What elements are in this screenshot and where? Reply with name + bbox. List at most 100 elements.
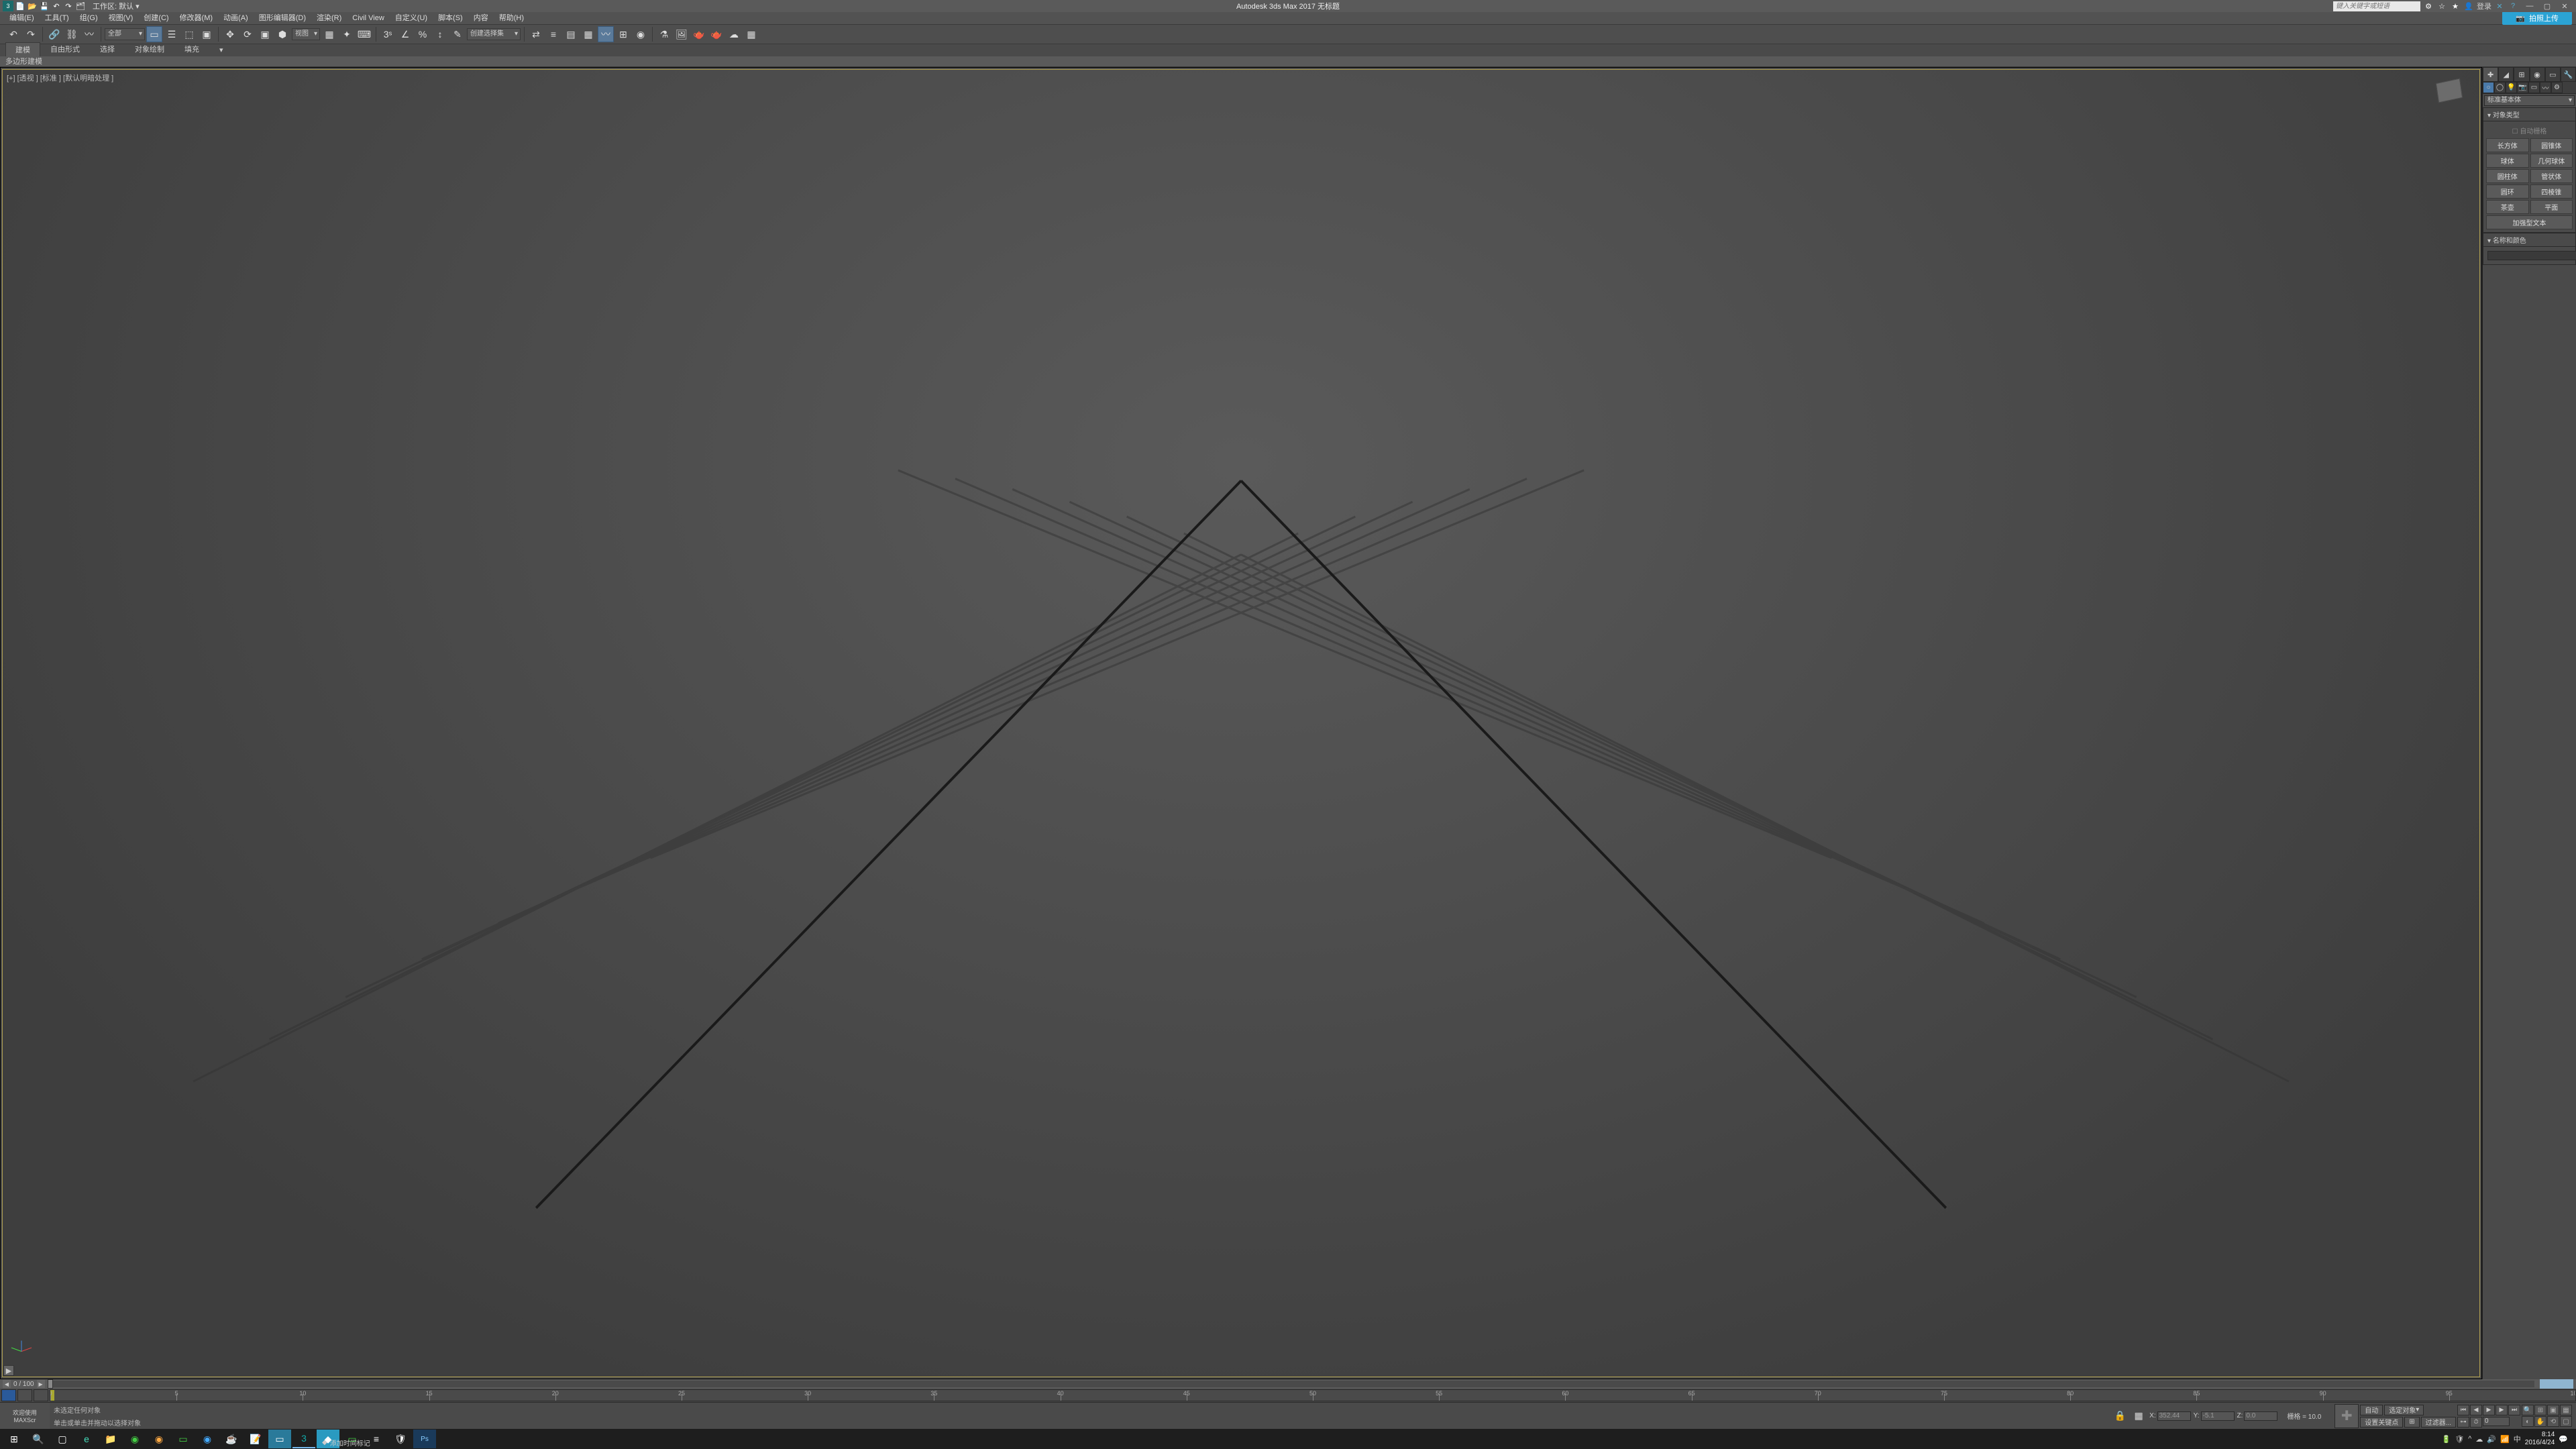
search-input[interactable] [2333, 1, 2420, 11]
zoom-extents-button[interactable]: ▣ [2547, 1405, 2559, 1415]
undo-button[interactable]: ↶ [5, 26, 21, 42]
pivot-center-button[interactable]: ▦ [321, 26, 337, 42]
render-production-button[interactable]: 🫖 [691, 26, 707, 42]
explorer-icon[interactable]: 📁 [99, 1430, 122, 1448]
tray-volume-icon[interactable]: 🔊 [2487, 1435, 2496, 1444]
selected-object-dropdown[interactable]: 选定对象 ▾ [2384, 1405, 2424, 1415]
spinner-snap-button[interactable]: ↕ [432, 26, 448, 42]
render-gallery-button[interactable]: ▦ [743, 26, 759, 42]
system-clock[interactable]: 8:14 2016/4/24 [2525, 1431, 2555, 1447]
time-slider-track[interactable] [48, 1381, 2534, 1387]
iqiyi-icon[interactable]: ▭ [172, 1430, 195, 1448]
upload-button[interactable]: 📷 拍照上传 [2502, 11, 2572, 25]
select-object-button[interactable]: ▭ [146, 26, 162, 42]
close-button[interactable]: ✕ [2556, 0, 2573, 12]
curve-editor-button[interactable]: 〰 [598, 26, 614, 42]
time-config-button[interactable]: ⏱ [2470, 1417, 2482, 1428]
login-link[interactable]: 登录 [2477, 1, 2491, 11]
unlink-button[interactable]: ⛓ [64, 26, 80, 42]
set-key-button[interactable]: 设置关键点 [2360, 1417, 2403, 1428]
exchange-icon[interactable]: ✕ [2494, 1, 2505, 11]
timeline-next-button[interactable]: ▶ [37, 1380, 45, 1388]
plane-button[interactable]: 平面 [2530, 200, 2573, 214]
app-orange-icon[interactable]: ◉ [148, 1430, 170, 1448]
tube-button[interactable]: 管状体 [2530, 169, 2573, 183]
next-frame-button[interactable]: ▶ [2496, 1405, 2508, 1415]
track-toggle-keys[interactable] [34, 1389, 48, 1401]
menu-scripting[interactable]: 脚本(S) [433, 12, 468, 24]
cylinder-button[interactable]: 圆柱体 [2486, 169, 2529, 183]
reference-coord-dropdown[interactable]: 视图 [292, 28, 320, 40]
helpers-icon[interactable]: ▭ [2528, 82, 2540, 93]
tray-onedrive-icon[interactable]: ☁ [2475, 1435, 2483, 1444]
modify-tab[interactable]: ◢ [2498, 67, 2514, 82]
object-name-input[interactable] [2487, 251, 2576, 260]
textplus-button[interactable]: 加强型文本 [2486, 215, 2573, 229]
ribbon-tab-populate[interactable]: 填充 [174, 42, 209, 56]
start-button[interactable]: ⊞ [3, 1430, 25, 1448]
sphere-button[interactable]: 球体 [2486, 154, 2529, 168]
utilities-tab[interactable]: 🔧 [2561, 67, 2576, 82]
key-filters-button[interactable]: 过滤器... [2421, 1417, 2456, 1428]
spacewarps-icon[interactable]: 〰 [2540, 82, 2551, 93]
display-tab[interactable]: ▭ [2545, 67, 2561, 82]
workspace-label[interactable]: 工作区: 默认 ▾ [93, 1, 140, 11]
menu-tools[interactable]: 工具(T) [40, 12, 74, 24]
select-by-name-button[interactable]: ☰ [164, 26, 180, 42]
current-frame-input[interactable] [2483, 1417, 2510, 1426]
schematic-view-button[interactable]: ⊞ [615, 26, 631, 42]
play-button[interactable]: ▶ [2483, 1405, 2495, 1415]
angle-snap-button[interactable]: ∠ [397, 26, 413, 42]
ribbon-tab-overflow[interactable]: ▾ [209, 44, 233, 56]
window-crossing-button[interactable]: ▣ [199, 26, 215, 42]
layers-button[interactable]: ▤ [563, 26, 579, 42]
snap-toggle-button[interactable]: 3ˢ [380, 26, 396, 42]
action-center-icon[interactable]: 💬 [2559, 1435, 2568, 1444]
goto-end-button[interactable]: ⏭ [2508, 1405, 2520, 1415]
save-file-icon[interactable]: 💾 [39, 1, 50, 11]
ribbon-tab-freeform[interactable]: 自由形式 [40, 42, 90, 56]
star2-icon[interactable]: ★ [2450, 1, 2461, 11]
zoom-button[interactable]: 🔍 [2522, 1405, 2534, 1415]
auto-grid-checkbox[interactable]: ☐ 自动栅格 [2486, 124, 2573, 137]
viewport-scene-thumb[interactable] [2540, 1379, 2573, 1389]
menu-modifiers[interactable]: 修改器(M) [174, 12, 219, 24]
perspective-viewport[interactable]: [+] [透视 ] [标准 ] [默认明暗处理 ] [2, 69, 2480, 1377]
shapes-icon[interactable]: ◯ [2494, 82, 2506, 93]
minimize-button[interactable]: — [2521, 0, 2538, 12]
ribbon-tab-selection[interactable]: 选择 [90, 42, 125, 56]
geometry-icon[interactable]: ○ [2483, 82, 2494, 93]
edge-icon[interactable]: e [75, 1430, 98, 1448]
new-file-icon[interactable]: 📄 [15, 1, 25, 11]
render-in-cloud-button[interactable]: ☁ [726, 26, 742, 42]
lights-icon[interactable]: 💡 [2506, 82, 2517, 93]
mirror-button[interactable]: ⇄ [528, 26, 544, 42]
menu-civil-view[interactable]: Civil View [347, 12, 389, 24]
infocenter-icon[interactable]: ⚙ [2423, 1, 2434, 11]
bind-spacewarp-button[interactable]: 〰 [81, 26, 97, 42]
help-icon[interactable]: ? [2508, 1, 2518, 11]
tray-up-icon[interactable]: ^ [2468, 1435, 2471, 1443]
scale-button[interactable]: ▣ [257, 26, 273, 42]
hierarchy-tab[interactable]: ⊞ [2514, 67, 2529, 82]
object-type-rollout-header[interactable]: ▾ 对象类型 [2483, 107, 2576, 121]
render-frame-button[interactable]: 🖼 [674, 26, 690, 42]
placement-button[interactable]: ⬢ [274, 26, 290, 42]
zoom-all-button[interactable]: ⊞ [2534, 1405, 2546, 1415]
rotate-button[interactable]: ⟳ [239, 26, 256, 42]
maximize-button[interactable]: ▢ [2538, 0, 2556, 12]
maximize-viewport-button[interactable]: ▢ [2560, 1416, 2572, 1427]
zoom-extents-all-button[interactable]: ▦ [2560, 1405, 2572, 1415]
coffee-icon[interactable]: ☕ [220, 1430, 243, 1448]
teapot-button[interactable]: 茶壶 [2486, 200, 2529, 214]
project-icon[interactable]: 🗂 [75, 1, 86, 11]
app-teal-icon[interactable]: ▭ [268, 1430, 291, 1448]
tray-security-icon[interactable]: 🛡 [2455, 1435, 2464, 1444]
menu-customize[interactable]: 自定义(U) [390, 12, 433, 24]
ribbon-tab-object-paint[interactable]: 对象绘制 [125, 42, 174, 56]
cameras-icon[interactable]: 📷 [2517, 82, 2528, 93]
key-filters-icon[interactable]: ⊞ [2404, 1417, 2419, 1428]
motion-tab[interactable]: ◉ [2530, 67, 2545, 82]
z-coord-input[interactable] [2244, 1411, 2277, 1421]
percent-snap-button[interactable]: % [415, 26, 431, 42]
